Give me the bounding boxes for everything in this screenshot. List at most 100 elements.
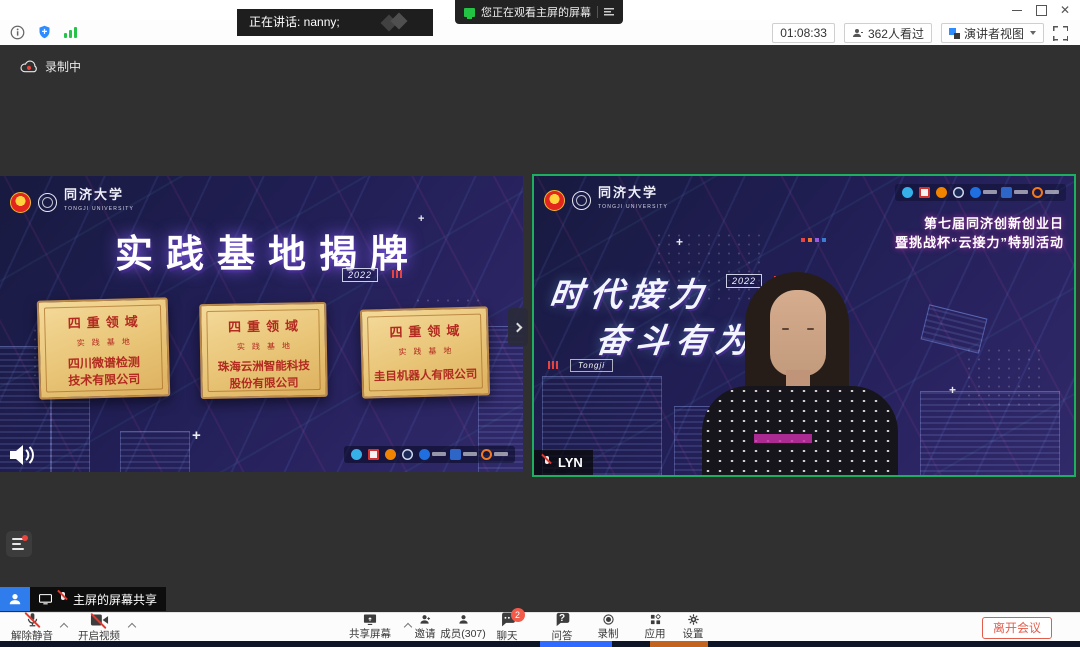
org-name: 同济大学 TONGJI UNIVERSITY — [64, 188, 134, 216]
video-options-chevron[interactable] — [128, 622, 136, 630]
event-title: 第七届同济创新创业日 暨挑战杯“云接力”特别活动 — [895, 214, 1064, 252]
record-label: 录制 — [598, 626, 619, 641]
plus-mark: + — [192, 428, 201, 443]
organizer-logos: 同济大学 TONGJI UNIVERSITY — [10, 188, 134, 216]
share-screen-button[interactable]: 共享屏幕 — [340, 614, 400, 641]
close-button[interactable]: ✕ — [1058, 3, 1072, 17]
recording-indicator: 录制中 — [20, 58, 81, 75]
mic-options-chevron[interactable] — [60, 622, 68, 630]
screen-icon — [39, 594, 52, 605]
guimu-robot-logo — [1032, 187, 1043, 198]
video-panel-slide[interactable]: 同济大学 TONGJI UNIVERSITY 实践基地揭牌 2022 + + 四… — [0, 176, 523, 472]
plus-mark: + — [949, 384, 956, 396]
speaker-view-icon — [949, 28, 960, 39]
unmute-button[interactable]: 解除静音 — [6, 614, 58, 641]
chat-button[interactable]: 2 聊天 — [487, 614, 527, 641]
deco — [807, 328, 814, 330]
recording-label: 录制中 — [45, 58, 81, 75]
caption-list-button[interactable] — [6, 531, 32, 557]
deco-magenta-bar — [754, 434, 812, 443]
share-source-label: 主屏的屏幕共享 — [30, 587, 166, 611]
plus-mark: + — [676, 236, 683, 248]
tongji-tag: Tongji — [570, 359, 613, 372]
meeting-timer: 01:08:33 — [772, 23, 835, 43]
plaque-2: 四重领域 实践基地 珠海云洲智能科技 股份有限公司 — [199, 302, 328, 399]
deco — [432, 452, 446, 456]
plaque-1-face: 四重领域 实践基地 四川微谱检测 技术有限公司 — [44, 304, 163, 392]
company-line2: 股份有限公司 — [229, 377, 298, 390]
deco-building — [50, 391, 90, 472]
deco — [983, 190, 997, 194]
deco — [12, 548, 24, 550]
deco — [815, 238, 819, 242]
year-badge: 2022 — [342, 268, 378, 282]
org-cn: 同济大学 — [598, 185, 658, 200]
deco — [822, 238, 826, 242]
settings-label: 设置 — [683, 626, 704, 641]
participant-avatar[interactable] — [0, 587, 30, 611]
league-emblem-icon — [10, 192, 31, 213]
deco-building — [120, 431, 190, 472]
chevron-right-icon — [512, 322, 522, 332]
deco — [782, 328, 789, 330]
maximize-button[interactable] — [1034, 3, 1048, 17]
watching-share-banner[interactable]: 您正在观看主屏的屏幕 — [455, 0, 623, 24]
deco — [1014, 190, 1028, 194]
network-signal-icon[interactable] — [64, 26, 77, 38]
orange-round-logo — [936, 187, 947, 198]
apps-grid-icon — [648, 614, 663, 625]
weipu-logo — [1001, 187, 1012, 198]
guimu-robot-logo — [481, 449, 492, 460]
shield-security-icon[interactable] — [37, 24, 52, 40]
penguin-mascot-logo — [902, 187, 913, 198]
settings-button[interactable]: 设置 — [673, 614, 713, 641]
speaking-text: 正在讲话: nanny; — [249, 15, 340, 29]
company-line1: 圭目机器人有限公司 — [374, 369, 478, 384]
start-video-button[interactable]: 开启视频 — [72, 614, 126, 641]
video-strip-expand-button[interactable] — [508, 308, 528, 346]
minimize-button[interactable] — [1010, 3, 1024, 17]
share-source-text: 主屏的屏幕共享 — [73, 591, 157, 608]
leave-meeting-button[interactable]: 离开会议 — [982, 617, 1052, 639]
plaque-company: 珠海云洲智能科技 股份有限公司 — [208, 358, 320, 394]
league-emblem-icon — [544, 190, 565, 211]
sponsor-logos-row — [344, 446, 515, 463]
meeting-controls-bar: 解除静音 开启视频 共享屏幕 — [0, 612, 1080, 641]
apps-button[interactable]: 应用 — [635, 614, 675, 641]
view-mode-button[interactable]: 演讲者视图 — [941, 23, 1044, 43]
dark-seal-logo — [953, 187, 964, 198]
video-panel-speaker[interactable]: 同济大学 TONGJI UNIVERSITY 第七届同济创新创业日 暨挑战杯“云… — [532, 174, 1076, 477]
org-cn: 同济大学 — [64, 187, 124, 202]
record-button[interactable]: 录制 — [588, 614, 628, 641]
plaque-badge: 四重领域 — [207, 315, 318, 336]
share-menu-icon[interactable] — [604, 8, 614, 16]
company-line1: 四川微谱检测 — [68, 355, 140, 371]
info-icon[interactable] — [10, 25, 25, 40]
notification-dot — [22, 535, 28, 541]
company-line2: 技术有限公司 — [68, 372, 140, 388]
slogan-line2: 奋斗有为 — [593, 314, 759, 362]
plaque-2-face: 四重领域 实践基地 珠海云洲智能科技 股份有限公司 — [206, 309, 320, 392]
qa-icon: ? — [554, 612, 570, 627]
deco — [808, 238, 812, 242]
org-en: TONGJI UNIVERSITY — [598, 201, 668, 214]
qa-button[interactable]: ? 问答 — [542, 614, 582, 641]
chat-unread-badge: 2 — [511, 608, 525, 622]
question-glyph: ? — [554, 612, 570, 625]
dark-seal-logo — [402, 449, 413, 460]
watching-text: 您正在观看主屏的屏幕 — [481, 4, 591, 20]
fullscreen-button[interactable] — [1053, 26, 1068, 41]
cloud-recording-icon — [20, 60, 38, 73]
chevron-down-icon — [1030, 31, 1036, 35]
mic-icon — [24, 612, 41, 627]
plaque-company: 四川微谱检测 技术有限公司 — [46, 353, 162, 390]
org-en: TONGJI UNIVERSITY — [64, 203, 134, 216]
deco — [12, 543, 21, 545]
members-button[interactable]: 成员(307) — [433, 614, 493, 641]
signal-bar — [74, 27, 77, 38]
topbar-left-icons — [10, 24, 77, 40]
share-screen-icon — [361, 614, 379, 625]
plaque-3: 四重领域 实践基地 圭目机器人有限公司 — [360, 306, 490, 398]
viewers-button[interactable]: 362人看过 — [844, 23, 932, 43]
share-source-row: 主屏的屏幕共享 — [0, 587, 166, 611]
